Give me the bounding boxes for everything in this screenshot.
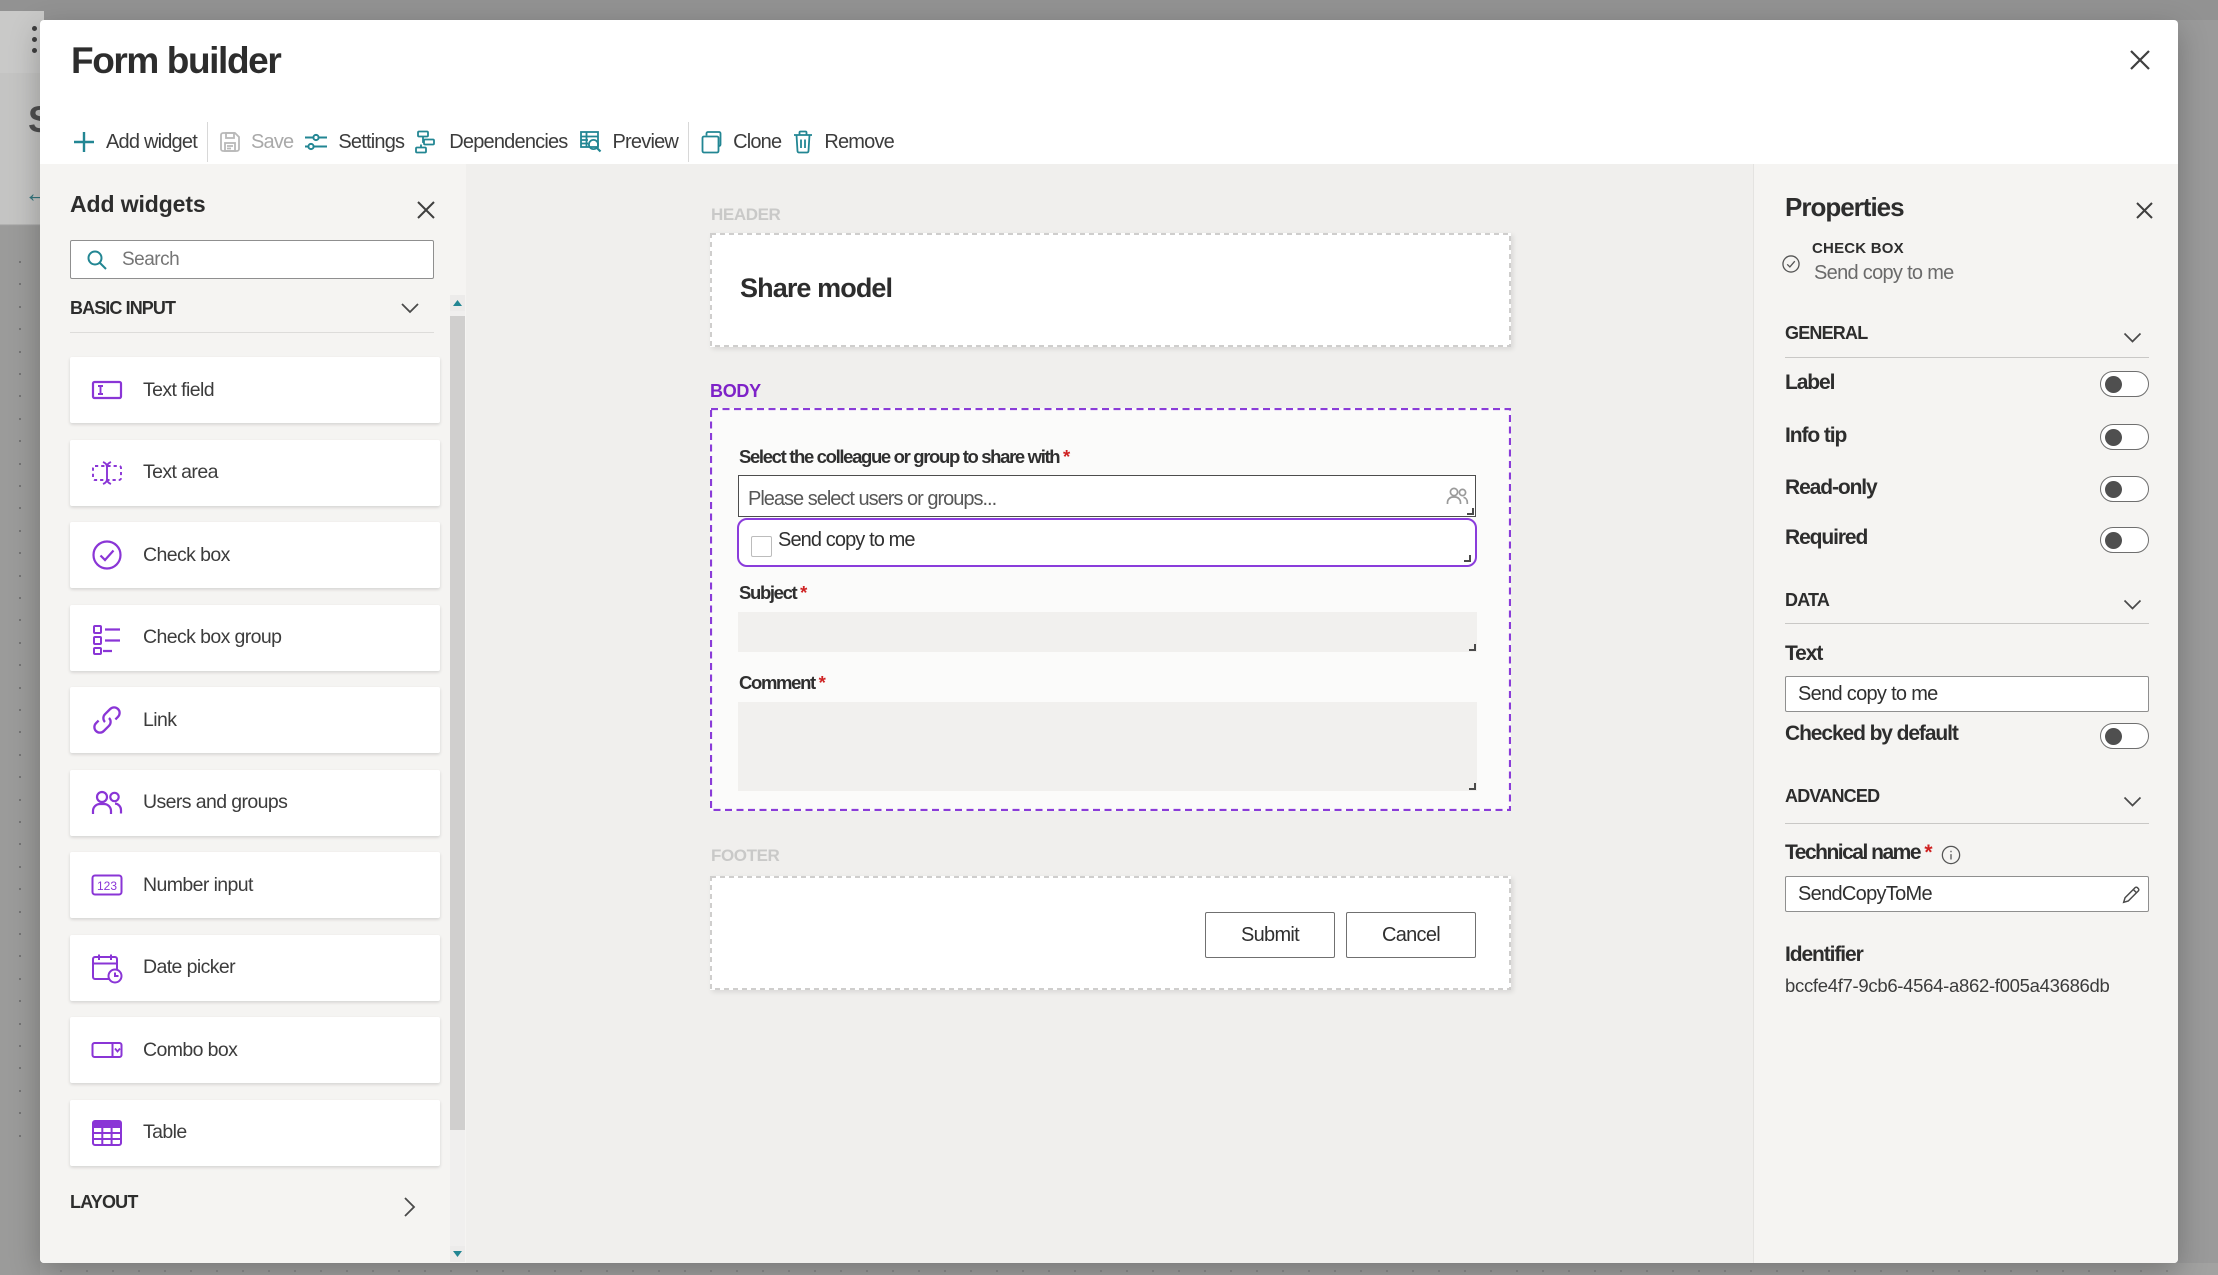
svg-text:123: 123	[97, 879, 117, 893]
